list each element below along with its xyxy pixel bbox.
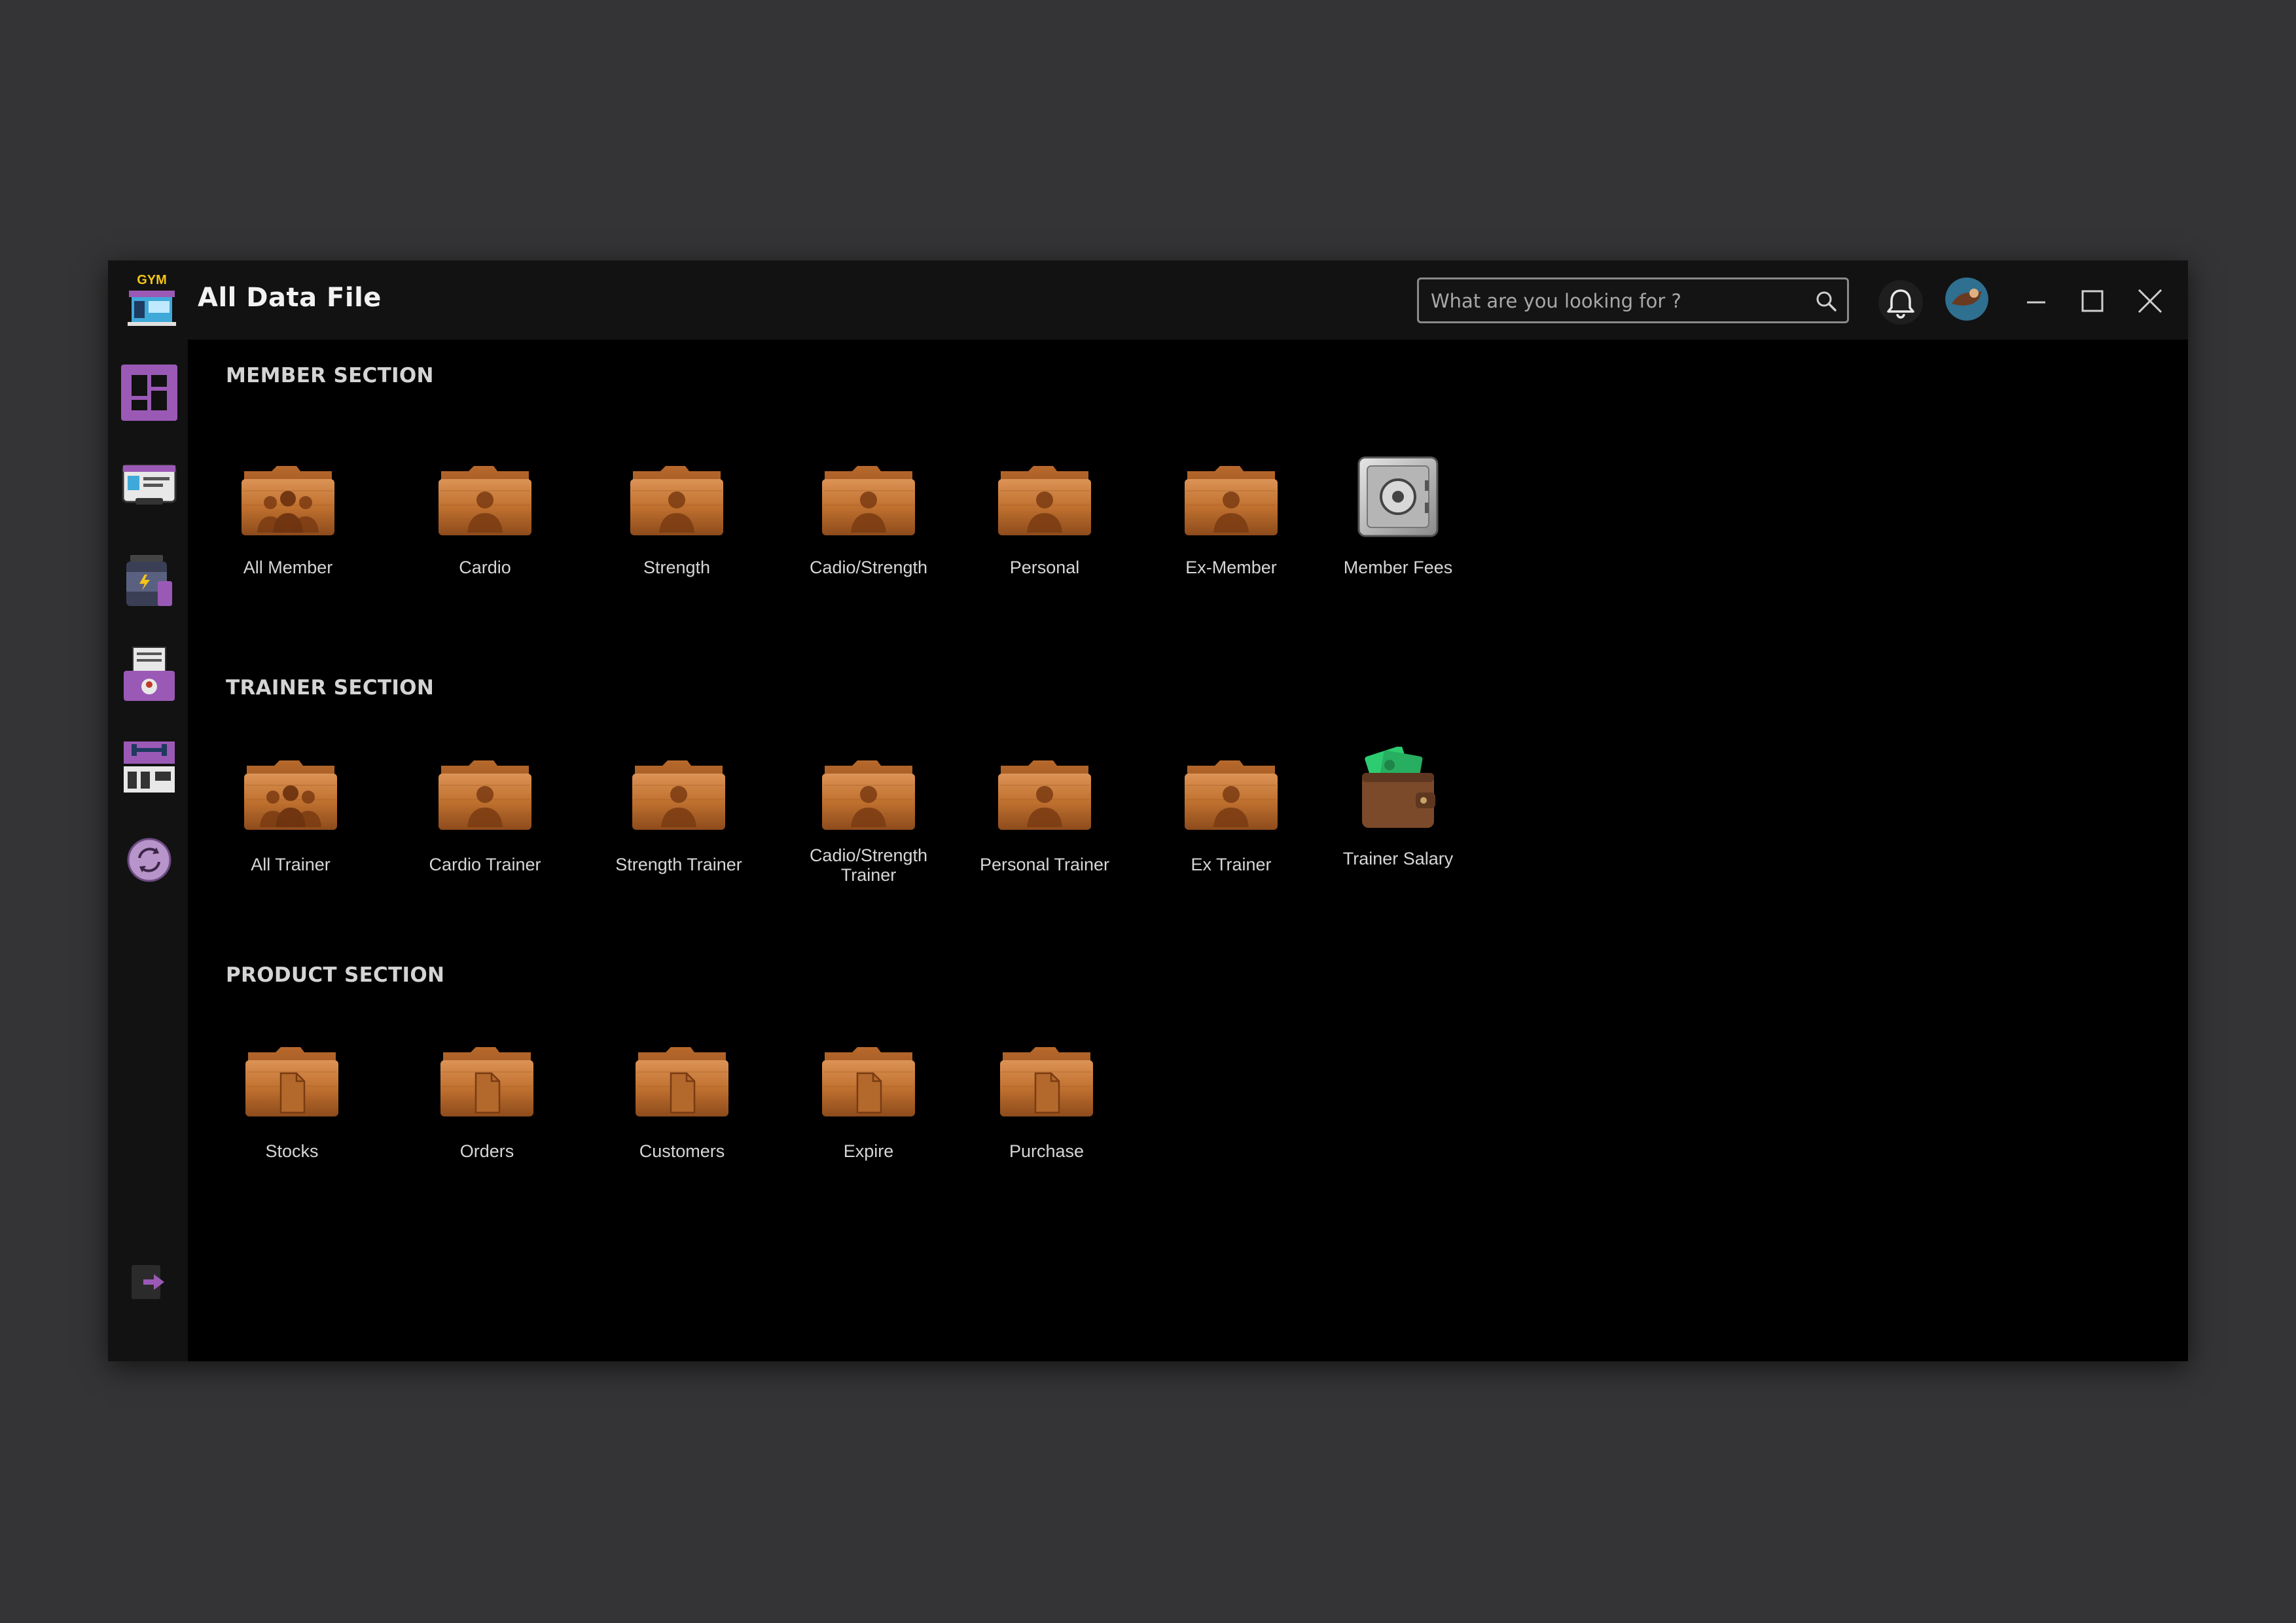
close-icon[interactable] <box>2134 285 2166 317</box>
title-bar: GYM All Data File <box>108 260 2188 340</box>
purchase-folder[interactable]: Purchase <box>961 1041 1132 1161</box>
svg-text:GYM: GYM <box>137 273 167 287</box>
folder-group-icon <box>242 754 340 832</box>
folder-person-icon <box>630 754 728 832</box>
folder-label: All Trainer <box>251 855 331 874</box>
all-trainer-folder[interactable]: All Trainer <box>206 754 376 874</box>
notification-bell-icon[interactable] <box>1878 280 1923 325</box>
folder-person-icon <box>436 754 534 832</box>
search-box[interactable] <box>1417 277 1849 323</box>
strength-folder[interactable]: Strength <box>592 459 762 577</box>
folder-label: Customers <box>639 1141 725 1161</box>
dashboard-icon[interactable] <box>121 365 177 421</box>
folder-group-icon <box>239 459 337 538</box>
stocks-folder[interactable]: Stocks <box>207 1041 377 1161</box>
page-title: All Data File <box>198 283 382 313</box>
folder-label: Trainer Salary <box>1342 849 1454 868</box>
folder-label: Strength Trainer <box>615 855 742 874</box>
sync-icon[interactable] <box>121 832 177 888</box>
cardio-trainer-folder[interactable]: Cardio Trainer <box>400 754 570 874</box>
folder-document-icon <box>997 1041 1096 1119</box>
minimize-icon[interactable] <box>2020 285 2052 317</box>
member-fees-item[interactable]: Member Fees <box>1313 454 1483 577</box>
folder-label: Orders <box>459 1141 514 1161</box>
folder-label: Personal <box>1009 558 1080 577</box>
safe-icon <box>1357 456 1439 537</box>
wallet-money-icon <box>1362 747 1435 828</box>
cadio-strength-folder[interactable]: Cadio/Strength <box>783 459 954 577</box>
folder-label: Stocks <box>265 1141 319 1161</box>
app-window: GYM All Data File What are you looking f… <box>108 260 2188 1361</box>
folder-label: Member Fees <box>1343 558 1453 577</box>
folder-document-icon <box>438 1041 536 1119</box>
personal-trainer-folder[interactable]: Personal Trainer <box>960 754 1130 874</box>
main-content: MEMBER SECTION All Member Cardio Strengt… <box>188 340 2188 1361</box>
folder-label: Purchase <box>1009 1141 1085 1161</box>
folder-person-icon <box>1182 459 1280 538</box>
search-input[interactable] <box>1429 286 1799 316</box>
member-section-title: MEMBER SECTION <box>226 364 434 387</box>
trainer-salary-item[interactable]: Trainer Salary <box>1313 747 1483 868</box>
folder-person-icon <box>436 459 534 538</box>
folder-label: Personal Trainer <box>979 855 1110 874</box>
folder-person-icon <box>1182 754 1280 832</box>
folder-label: Ex-Member <box>1185 558 1277 577</box>
customers-folder[interactable]: Customers <box>597 1041 767 1161</box>
folder-label: Strength <box>643 558 711 577</box>
folder-person-icon <box>819 459 918 538</box>
expire-folder[interactable]: Expire <box>783 1041 954 1161</box>
folder-document-icon <box>819 1041 918 1119</box>
report-icon[interactable] <box>121 646 177 702</box>
maximize-icon[interactable] <box>2077 285 2108 317</box>
personal-folder[interactable]: Personal <box>960 459 1130 577</box>
folder-document-icon <box>243 1041 341 1119</box>
folder-person-icon <box>628 459 726 538</box>
cadio-strength-trainer-folder[interactable]: Cadio/Strength Trainer <box>783 754 954 885</box>
gym-equipment-icon[interactable] <box>121 739 177 795</box>
ex-trainer-folder[interactable]: Ex Trainer <box>1146 754 1316 874</box>
folder-label: Cardio <box>459 558 511 577</box>
all-member-folder[interactable]: All Member <box>203 459 373 577</box>
sidebar <box>108 340 188 1361</box>
folder-label: Cadio/Strength Trainer <box>809 846 928 885</box>
folder-person-icon <box>819 754 918 832</box>
folder-label: Ex Trainer <box>1191 855 1272 874</box>
folder-label: Cardio Trainer <box>429 855 541 874</box>
logout-icon[interactable] <box>130 1264 167 1300</box>
search-icon[interactable] <box>1814 289 1838 313</box>
folder-person-icon <box>996 459 1094 538</box>
avatar[interactable] <box>1945 277 1988 321</box>
folder-person-icon <box>996 754 1094 832</box>
cardio-folder[interactable]: Cardio <box>400 459 570 577</box>
folder-label: All Member <box>243 558 333 577</box>
folder-label: Cadio/Strength <box>809 558 928 577</box>
supplement-icon[interactable] <box>121 552 177 609</box>
gym-logo: GYM <box>125 271 179 329</box>
folder-document-icon <box>633 1041 731 1119</box>
folder-label: Expire <box>843 1141 894 1161</box>
strength-trainer-folder[interactable]: Strength Trainer <box>594 754 764 874</box>
orders-folder[interactable]: Orders <box>402 1041 572 1161</box>
trainer-section-title: TRAINER SECTION <box>226 676 435 700</box>
members-card-icon[interactable] <box>121 457 177 514</box>
ex-member-folder[interactable]: Ex-Member <box>1146 459 1316 577</box>
product-section-title: PRODUCT SECTION <box>226 963 445 987</box>
